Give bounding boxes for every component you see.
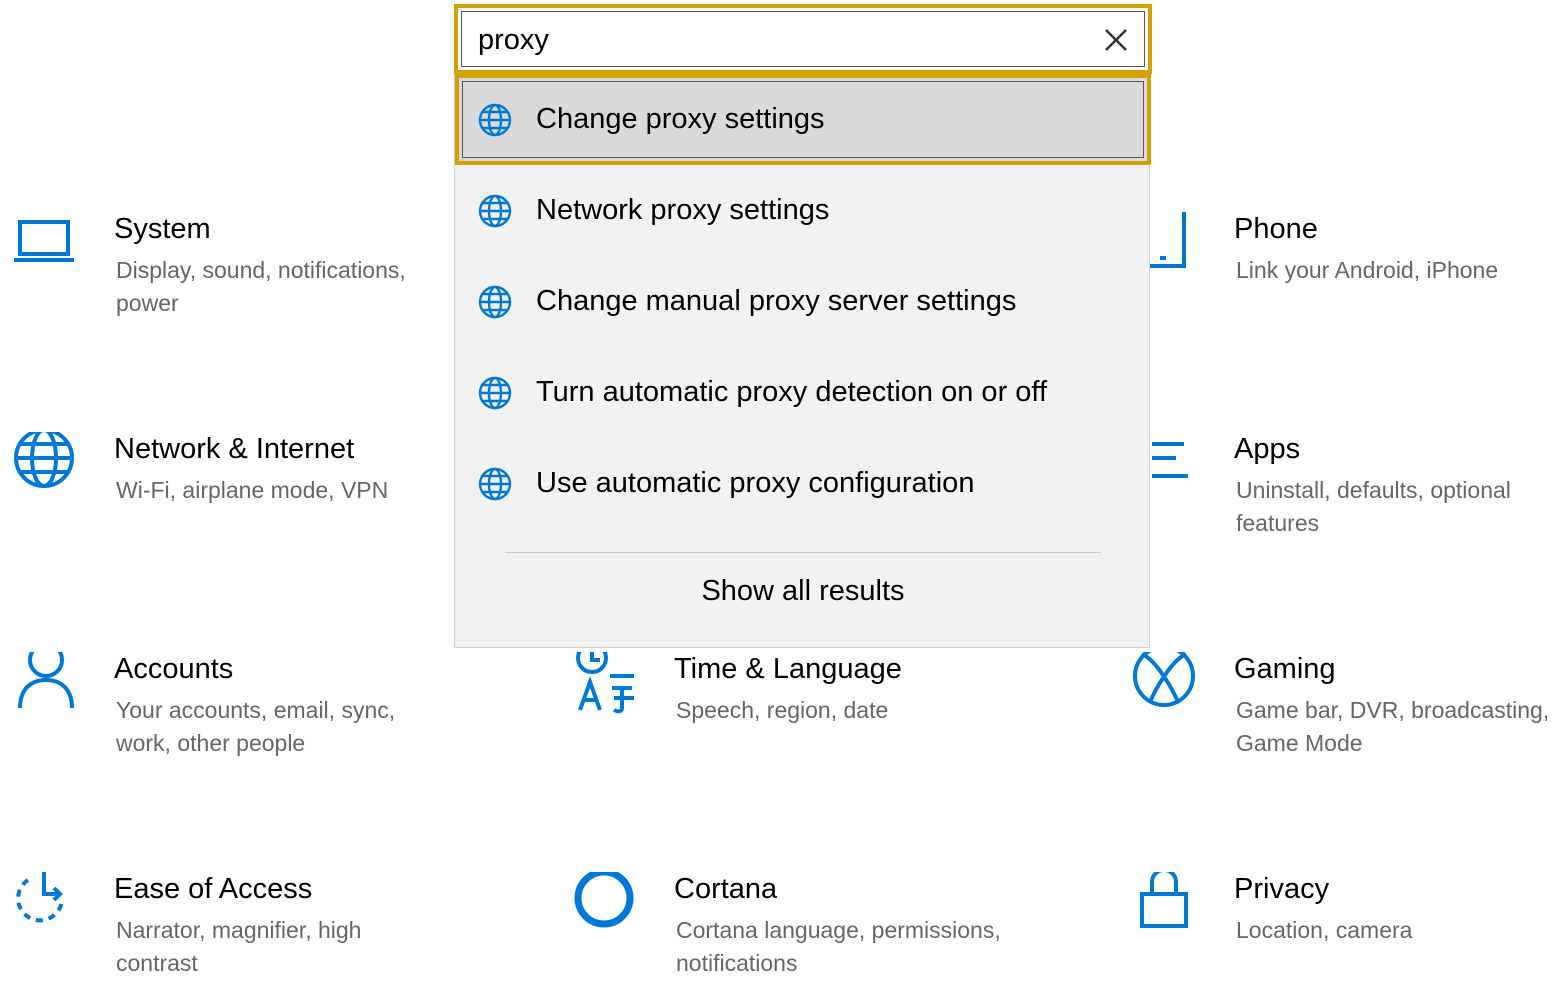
tile-time-language[interactable]: Time & Language Speech, region, date — [572, 652, 1012, 772]
tile-title: Privacy — [1234, 873, 1330, 905]
show-all-results-button[interactable]: Show all results — [455, 574, 1151, 608]
tile-system[interactable]: System Display, sound, notifications, po… — [12, 212, 452, 332]
cortana-icon — [572, 872, 636, 936]
tile-accounts[interactable]: Accounts Your accounts, email, sync, wor… — [12, 652, 452, 772]
tile-title: Gaming — [1234, 653, 1336, 685]
globe-icon — [477, 375, 513, 411]
person-icon — [12, 652, 76, 716]
tile-title: Network & Internet — [114, 433, 355, 465]
lock-icon — [1132, 872, 1196, 936]
tile-description: Speech, region, date — [676, 697, 889, 723]
tile-description: Link your Android, iPhone — [1236, 257, 1499, 283]
suggestion-label: Turn automatic proxy detection on or off — [536, 376, 1047, 408]
search-suggestions: Change proxy settings Network proxy sett… — [454, 74, 1151, 648]
tile-privacy[interactable]: Privacy Location, camera — [1132, 872, 1567, 992]
divider — [505, 552, 1101, 553]
suggestion-auto-proxy-config[interactable]: Use automatic proxy configuration — [455, 438, 1151, 529]
xbox-icon — [1132, 652, 1196, 716]
tile-ease-of-access[interactable]: Ease of Access Narrator, magnifier, high… — [12, 872, 452, 992]
suggestion-change-proxy-settings[interactable]: Change proxy settings — [455, 74, 1151, 165]
tile-title: System — [114, 213, 211, 245]
settings-search: Change proxy settings Network proxy sett… — [454, 4, 1152, 648]
time-language-icon — [572, 652, 636, 716]
tile-description: Narrator, magnifier, high contrast — [116, 917, 362, 976]
suggestion-auto-proxy-detection[interactable]: Turn automatic proxy detection on or off — [455, 347, 1151, 438]
tile-gaming[interactable]: Gaming Game bar, DVR, broadcasting, Game… — [1132, 652, 1567, 772]
tile-title: Apps — [1234, 433, 1301, 465]
tile-cortana[interactable]: Cortana Cortana language, permissions, n… — [572, 872, 1012, 992]
tile-title: Cortana — [674, 873, 778, 905]
tile-description: Wi-Fi, airplane mode, VPN — [116, 477, 389, 503]
globe-icon — [477, 466, 513, 502]
tile-apps[interactable]: Apps Uninstall, defaults, optional featu… — [1132, 432, 1567, 552]
laptop-icon — [12, 212, 76, 276]
tile-description: Game bar, DVR, broadcasting, Game Mode — [1236, 697, 1550, 756]
tile-description: Display, sound, notifications, power — [116, 257, 406, 316]
tile-title: Phone — [1234, 213, 1318, 245]
globe-icon — [12, 432, 76, 496]
suggestion-manual-proxy-server[interactable]: Change manual proxy server settings — [455, 256, 1151, 347]
tile-description: Your accounts, email, sync, work, other … — [116, 697, 396, 756]
tile-title: Time & Language — [674, 653, 902, 685]
globe-icon — [477, 102, 513, 138]
suggestion-network-proxy-settings[interactable]: Network proxy settings — [455, 165, 1151, 256]
suggestion-label: Use automatic proxy configuration — [536, 467, 975, 499]
tile-description: Cortana language, permissions, notificat… — [676, 917, 1001, 976]
tile-title: Ease of Access — [114, 873, 313, 905]
globe-icon — [477, 284, 513, 320]
globe-icon — [477, 193, 513, 229]
ease-of-access-icon — [12, 872, 76, 936]
suggestion-label: Change proxy settings — [536, 103, 825, 135]
tile-network-internet[interactable]: Network & Internet Wi-Fi, airplane mode,… — [12, 432, 452, 552]
tile-title: Accounts — [114, 653, 234, 685]
tile-phone[interactable]: Phone Link your Android, iPhone — [1132, 212, 1567, 332]
tile-description: Location, camera — [1236, 917, 1413, 943]
suggestion-label: Change manual proxy server settings — [536, 285, 1017, 317]
clear-search-button[interactable] — [1102, 26, 1130, 54]
suggestion-label: Network proxy settings — [536, 194, 830, 226]
close-icon — [1105, 29, 1127, 51]
search-box[interactable] — [454, 4, 1152, 74]
tile-description: Uninstall, defaults, optional features — [1236, 477, 1511, 536]
search-input[interactable] — [478, 20, 1078, 60]
